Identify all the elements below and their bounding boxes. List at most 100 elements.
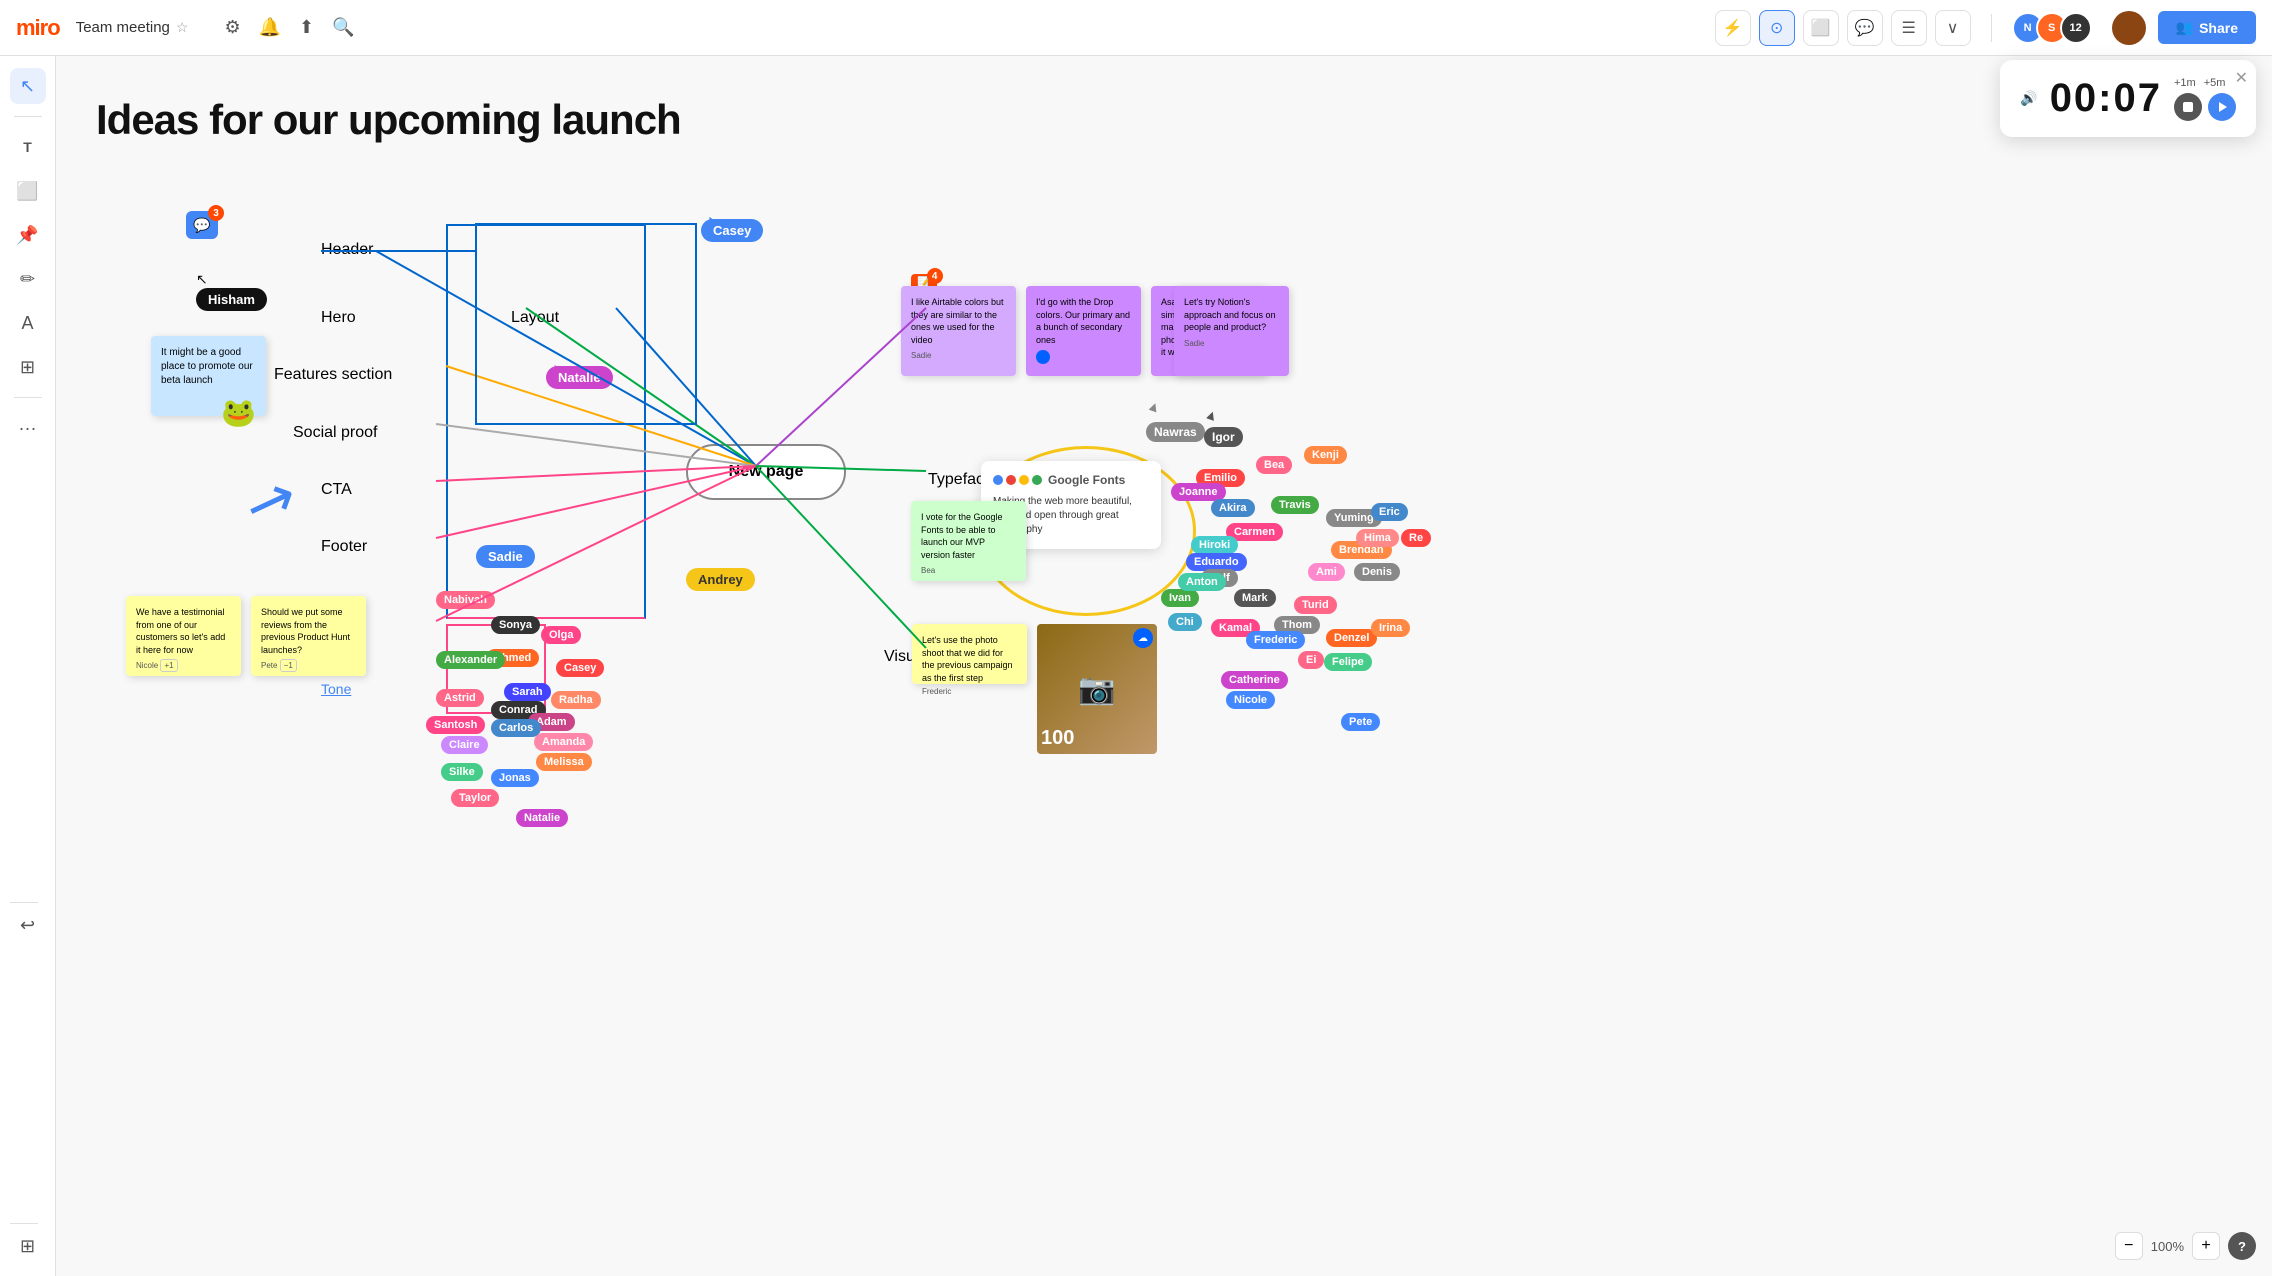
left-toolbar: ↖ T ⬜ 📌 ✏ A ⊞ ··· ↩ ⊞: [0, 56, 56, 1276]
amanda-label: Amanda: [534, 733, 593, 751]
social-proof-label: Social proof: [293, 424, 378, 442]
timer-close-button[interactable]: ✕: [2235, 68, 2248, 88]
google-fonts-text: Google Fonts: [1048, 473, 1125, 487]
sticky-testimonial[interactable]: We have a testimonial from one of our cu…: [126, 596, 241, 676]
cursor-andrey: ▲ Andrey: [686, 552, 755, 591]
share-icon: 👥: [2176, 19, 2193, 36]
sarah-label: Sarah: [504, 683, 551, 701]
frame-tool[interactable]: ⊞: [10, 349, 46, 385]
eric-label: Eric: [1371, 503, 1408, 521]
timer-shortcut2[interactable]: +5m: [2204, 77, 2226, 89]
sticky-reviews[interactable]: Should we put some reviews from the prev…: [251, 596, 366, 676]
more-tool[interactable]: ∨: [1935, 10, 1971, 46]
pen-tool[interactable]: ✏: [10, 261, 46, 297]
jonas-label: Jonas: [491, 769, 539, 787]
denis-label: Denis: [1354, 563, 1400, 581]
timer-shortcuts: +1m +5m: [2174, 77, 2236, 89]
zoom-in-button[interactable]: +: [2192, 1232, 2220, 1260]
sticky-notion[interactable]: Let's try Notion's approach and focus on…: [1174, 286, 1289, 376]
claire-label: Claire: [441, 736, 488, 754]
sticky-airtable[interactable]: I like Airtable colors but they are simi…: [901, 286, 1016, 376]
zoom-level: 100%: [2151, 1239, 2184, 1254]
help-button[interactable]: ?: [2228, 1232, 2256, 1260]
comment-badge: 3: [208, 205, 224, 221]
volume-icon: 🔊: [2020, 90, 2037, 107]
sticky-gf-vote[interactable]: I vote for the Google Fonts to be able t…: [911, 501, 1026, 581]
anton-label: Anton: [1178, 573, 1226, 591]
features-label: Features section: [274, 366, 392, 384]
top-toolbar: miro Team meeting ☆ ⚙ 🔔 ⬆ 🔍 ⚡ ⊙ ⬜ 💬 ☰ ∨ …: [0, 0, 2272, 56]
frog-emoji: 🐸: [221, 396, 256, 429]
avatar-count: 12: [2060, 12, 2092, 44]
panels-tool[interactable]: ⊞: [10, 1228, 46, 1264]
sticky-tool[interactable]: 📌: [10, 217, 46, 253]
undo-tool[interactable]: ↩: [10, 907, 46, 943]
cursor-nawras: ▲ Nawras: [1146, 406, 1205, 442]
timer-tool[interactable]: ⊙: [1759, 10, 1795, 46]
select-tool[interactable]: ↖: [10, 68, 46, 104]
photo-thumbnail: 📷 ☁ 100: [1037, 624, 1157, 754]
timer-display: 00:07: [2050, 76, 2162, 121]
footer-label: Footer: [321, 538, 367, 556]
menu-tool[interactable]: ☰: [1891, 10, 1927, 46]
settings-icon[interactable]: ⚙: [224, 17, 240, 38]
canvas[interactable]: Ideas for our upcoming launch 💬 3 📝4 New…: [56, 56, 2272, 1276]
google-fonts-logo: Google Fonts: [993, 473, 1149, 487]
shape-tool[interactable]: ⬜: [10, 173, 46, 209]
upload-icon[interactable]: ⬆: [299, 17, 314, 38]
re-label: Re: [1401, 529, 1431, 547]
sticky-photo[interactable]: Let's use the photo shoot that we did fo…: [912, 624, 1027, 684]
layout-label: Layout: [511, 309, 559, 327]
timer-stop-button[interactable]: [2174, 93, 2202, 121]
board-name-text: Team meeting: [76, 19, 170, 36]
share-button[interactable]: 👥 Share: [2158, 11, 2256, 44]
melissa-label: Melissa: [536, 753, 592, 771]
cursor-natalie: ▲ Natalie: [546, 348, 613, 389]
frederic-label: Frederic: [1246, 631, 1305, 649]
marker-tool[interactable]: A: [10, 305, 46, 341]
olga-label: Olga: [541, 626, 581, 644]
silke-label: Silke: [441, 763, 483, 781]
catherine-label: Catherine: [1221, 671, 1288, 689]
center-node[interactable]: New page: [686, 444, 846, 500]
taylor-label: Taylor: [451, 789, 499, 807]
notifications-icon[interactable]: 🔔: [259, 17, 281, 38]
user-avatar[interactable]: [2112, 11, 2146, 45]
casey-label-bottom: Casey: [556, 659, 604, 677]
text-tool[interactable]: T: [10, 129, 46, 165]
hiroki-label: Hiroki: [1191, 536, 1238, 554]
header-label: Header: [321, 241, 373, 259]
more-tools[interactable]: ···: [10, 410, 46, 446]
ei-label: Ei: [1298, 651, 1324, 669]
cursor-hisham: ↖ Hisham: [196, 271, 267, 311]
star-icon[interactable]: ☆: [176, 19, 189, 36]
sonya-label: Sonya: [491, 616, 540, 634]
alexander-label: Alexander: [436, 651, 505, 669]
screen-tool[interactable]: ⬜: [1803, 10, 1839, 46]
natalie-label-bottom: Natalie: [516, 809, 568, 827]
collaborator-avatars: N S 12: [2012, 12, 2092, 44]
carlos-label: Carlos: [491, 719, 541, 737]
timer-play-button[interactable]: [2208, 93, 2236, 121]
mindmap-lines: [56, 56, 2272, 1276]
timer-popup: ✕ 🔊 00:07 +1m +5m: [2000, 60, 2256, 137]
tone-link[interactable]: Tone: [321, 681, 351, 697]
zoom-out-button[interactable]: −: [2115, 1232, 2143, 1260]
turid-label: Turid: [1294, 596, 1337, 614]
pete-label: Pete: [1341, 713, 1380, 731]
felipe-label: Felipe: [1324, 653, 1372, 671]
cursor-tool[interactable]: ⚡: [1715, 10, 1751, 46]
cursor-igor: ▲ Igor: [1204, 411, 1243, 447]
board-name: Team meeting ☆: [76, 19, 189, 36]
travis-label: Travis: [1271, 496, 1319, 514]
comment-icon[interactable]: 💬 3: [186, 211, 218, 239]
photo-area[interactable]: Let's use the photo shoot that we did fo…: [912, 624, 1152, 688]
hero-label: Hero: [321, 309, 356, 327]
hisham-label: Hisham: [196, 288, 267, 311]
timer-shortcut1[interactable]: +1m: [2174, 77, 2196, 89]
comment-tool[interactable]: 💬: [1847, 10, 1883, 46]
arrow-decoration: ↗: [236, 460, 307, 543]
sticky-dropbox[interactable]: I'd go with the Drop colors. Our primary…: [1026, 286, 1141, 376]
search-icon[interactable]: 🔍: [332, 17, 354, 38]
mark-label: Mark: [1234, 589, 1276, 607]
